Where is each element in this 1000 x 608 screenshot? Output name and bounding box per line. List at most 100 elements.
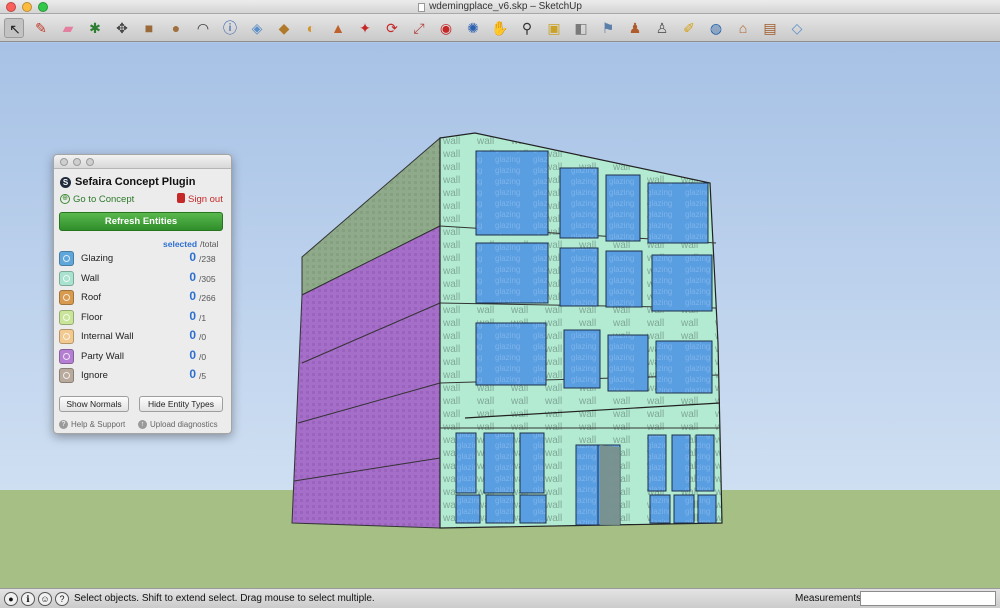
modeling-viewport[interactable]: wall glazing — [0, 43, 1000, 588]
credits-status-icon[interactable]: ℹ — [21, 592, 35, 606]
geo-location-status-icon[interactable]: ● — [4, 592, 18, 606]
entity-total-count: /0 — [199, 332, 207, 342]
refresh-entities-button[interactable]: Refresh Entities — [59, 212, 223, 231]
close-window-button[interactable] — [6, 2, 16, 12]
walk-tool-button[interactable]: ⚑ — [598, 18, 618, 38]
user-status-icon[interactable]: ☺ — [38, 592, 52, 606]
position-camera-tool-button[interactable]: ♟ — [625, 18, 645, 38]
entity-color-swatch[interactable] — [59, 348, 74, 364]
plugin-title: Sefaira Concept Plugin — [75, 176, 196, 188]
rectangle-icon: ■ — [144, 20, 154, 36]
pencil-tool-button[interactable]: ✎ — [31, 18, 51, 38]
entity-color-swatch[interactable] — [59, 290, 74, 305]
zoom-window-icon: ▣ — [547, 20, 561, 36]
sefaira-logo-icon: S — [60, 177, 71, 188]
panel-minimize-button[interactable] — [73, 158, 81, 166]
previous-view-tool-button[interactable]: ◧ — [571, 18, 591, 38]
entity-row-ignore[interactable]: Ignore 0/5 — [54, 366, 231, 385]
entity-color-swatch[interactable] — [59, 368, 74, 383]
sefaira-tool-button[interactable]: ◇ — [787, 18, 807, 38]
window-title: wdemingplace_v6.skp – SketchUp — [418, 0, 582, 14]
entity-color-swatch[interactable] — [59, 270, 74, 286]
show-normals-button[interactable]: Show Normals — [59, 396, 129, 412]
selected-column-header: selected — [163, 239, 198, 249]
rotate-tool-button[interactable]: ⟳ — [382, 18, 402, 38]
section-plane-tool-button[interactable]: ✐ — [679, 18, 699, 38]
circle-tool-button[interactable]: ● — [166, 18, 186, 38]
move-icon: ✥ — [116, 20, 128, 36]
extension-tool-button[interactable]: ▤ — [760, 18, 780, 38]
arc-icon: ◠ — [196, 20, 210, 36]
eraser-icon: ▰ — [62, 20, 74, 36]
entity-color-swatch[interactable] — [59, 309, 74, 325]
tape-measure-tool-button[interactable]: ◉ — [436, 18, 456, 38]
entity-label: Internal Wall — [81, 331, 134, 342]
arc-tool-button[interactable]: ◠ — [193, 18, 213, 38]
entity-total-count: /1 — [199, 312, 207, 323]
entity-selected-count: 0 — [189, 250, 196, 264]
entity-label: Wall — [81, 272, 100, 284]
zoom-tool-button[interactable]: ⚲ — [517, 18, 537, 38]
panel-close-button[interactable] — [60, 158, 68, 166]
move-tool-button[interactable]: ✥ — [112, 18, 132, 38]
hide-entity-types-button[interactable]: Hide Entity Types — [139, 396, 223, 412]
axes-icon: ✱ — [89, 20, 101, 36]
panel-zoom-button[interactable] — [86, 158, 94, 166]
entity-selected-count: 0 — [189, 367, 196, 381]
entrance-door[interactable] — [575, 444, 621, 526]
select-arrow-tool-button[interactable]: ↖ — [4, 18, 24, 38]
entity-row-floor[interactable]: Floor 0/1 — [54, 308, 231, 327]
walk-icon: ⚑ — [601, 20, 615, 36]
measurements-label: Measurements — [795, 593, 862, 604]
zoom-window-tool-button[interactable]: ▣ — [544, 18, 564, 38]
rectangle-tool-button[interactable]: ■ — [139, 18, 159, 38]
entity-row-wall[interactable]: Wall 0/305 — [54, 269, 231, 288]
entity-row-glazing[interactable]: Glazing 0/238 — [54, 249, 231, 268]
geo-location-tool-button[interactable]: ◍ — [706, 18, 726, 38]
entity-color-swatch[interactable] — [59, 251, 74, 266]
pan-hand-tool-button[interactable]: ✋ — [490, 18, 510, 38]
warehouse-icon: ⌂ — [738, 20, 748, 36]
follow-me-tool-button[interactable]: ◐ — [301, 18, 321, 38]
paint-bucket-tool-button[interactable]: ◆ — [274, 18, 294, 38]
paint-bucket-icon: ◆ — [278, 20, 290, 36]
look-around-tool-button[interactable]: ♙ — [652, 18, 672, 38]
tape-measure-icon: ◉ — [439, 20, 453, 36]
axes-tool-button[interactable]: ✱ — [85, 18, 105, 38]
look-around-icon: ♙ — [655, 20, 669, 36]
pan-hand-icon: ✋ — [491, 20, 509, 36]
entity-total-count: /266 — [199, 293, 216, 303]
sign-out-link[interactable]: Sign out — [188, 194, 223, 205]
info-tool-button[interactable]: ⓘ — [220, 18, 240, 38]
entity-label: Floor — [81, 311, 103, 323]
scale-tool-button[interactable]: ⤢ — [409, 18, 429, 38]
go-to-concept-link[interactable]: Go to Concept — [73, 194, 134, 205]
upload-diagnostics-link[interactable]: Upload diagnostics — [150, 420, 218, 429]
total-column-header: /total — [200, 239, 219, 249]
push-pull-icon: ▲ — [331, 20, 345, 36]
entity-total-count: /238 — [199, 254, 216, 264]
help-support-link[interactable]: Help & Support — [71, 420, 125, 429]
zoom-window-button[interactable] — [38, 2, 48, 12]
status-bar: ● ℹ ☺ ? Select objects. Shift to extend … — [0, 588, 1000, 608]
measurements-input[interactable] — [860, 591, 996, 606]
orbit-tool-button[interactable]: ✺ — [463, 18, 483, 38]
scale-icon: ⤢ — [413, 20, 425, 36]
minimize-window-button[interactable] — [22, 2, 32, 12]
entity-row-party-wall[interactable]: Party Wall 0/0 — [54, 347, 231, 366]
component-tool-button[interactable]: ◈ — [247, 18, 267, 38]
sefaira-plugin-panel: S Sefaira Concept Plugin ⊕ Go to Concept… — [53, 154, 232, 434]
entity-row-internal-wall[interactable]: Internal Wall 0/0 — [54, 327, 231, 346]
eraser-tool-button[interactable]: ▰ — [58, 18, 78, 38]
offset-icon: ✦ — [359, 20, 371, 36]
warehouse-tool-button[interactable]: ⌂ — [733, 18, 753, 38]
offset-tool-button[interactable]: ✦ — [355, 18, 375, 38]
entity-label: Party Wall — [81, 350, 124, 362]
help-status-icon[interactable]: ? — [55, 592, 69, 606]
previous-view-icon: ◧ — [574, 20, 588, 36]
select-arrow-icon: ↖ — [9, 21, 21, 37]
entity-total-count: /0 — [199, 351, 207, 362]
entity-row-roof[interactable]: Roof 0/266 — [54, 288, 231, 307]
entity-color-swatch[interactable] — [59, 329, 74, 344]
push-pull-tool-button[interactable]: ▲ — [328, 18, 348, 38]
